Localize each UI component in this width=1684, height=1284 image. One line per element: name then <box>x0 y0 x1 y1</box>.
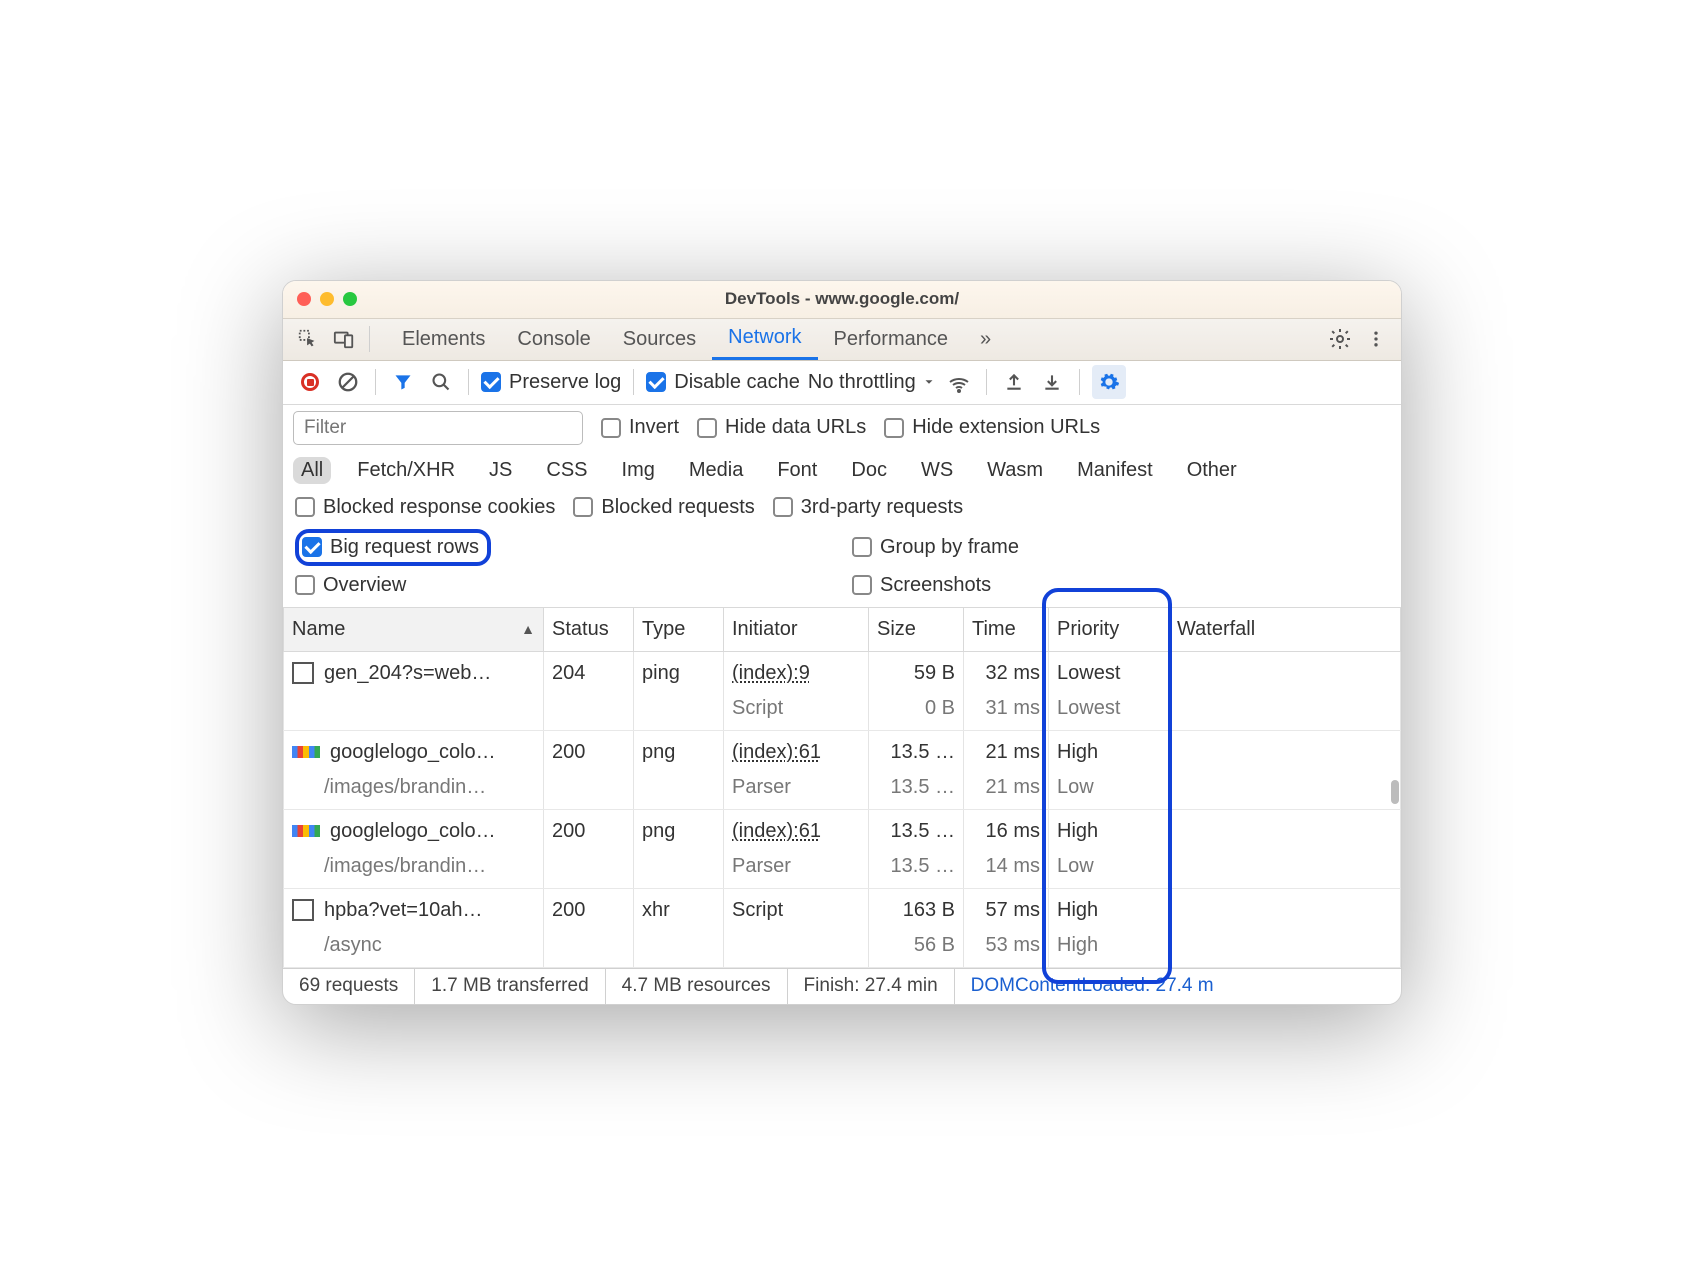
type-filter-css[interactable]: CSS <box>538 457 595 484</box>
network-toolbar: Preserve log Disable cache No throttling <box>283 361 1401 405</box>
search-icon[interactable] <box>426 367 456 397</box>
settings-gear-icon[interactable] <box>1325 324 1355 354</box>
inspect-element-icon[interactable] <box>293 324 323 354</box>
hide-data-urls-checkbox[interactable]: Hide data URLs <box>697 416 866 439</box>
filter-options-row: Blocked response cookies Blocked request… <box>283 490 1401 525</box>
type-filter-js[interactable]: JS <box>481 457 520 484</box>
table-row-sub[interactable]: Script0 B31 msLowest <box>284 691 1401 731</box>
network-table: Name▲StatusTypeInitiatorSizeTimePriority… <box>283 608 1401 968</box>
column-size[interactable]: Size <box>869 608 964 652</box>
scrollbar[interactable] <box>1389 608 1399 968</box>
column-priority[interactable]: Priority <box>1049 608 1169 652</box>
third-party-checkbox[interactable]: 3rd-party requests <box>773 496 963 519</box>
device-toolbar-icon[interactable] <box>329 324 359 354</box>
network-settings-icon[interactable] <box>1092 365 1126 399</box>
status-transferred: 1.7 MB transferred <box>415 969 605 1004</box>
big-request-rows-highlight: Big request rows <box>295 529 491 566</box>
google-logo-icon <box>292 825 320 837</box>
hide-extension-urls-checkbox[interactable]: Hide extension URLs <box>884 416 1100 439</box>
big-request-rows-checkbox[interactable]: Big request rows <box>302 536 479 559</box>
table-row-sub[interactable]: /async56 B53 msHigh <box>284 928 1401 968</box>
type-filter-manifest[interactable]: Manifest <box>1069 457 1161 484</box>
window-close-button[interactable] <box>297 292 311 306</box>
column-status[interactable]: Status <box>544 608 634 652</box>
invert-checkbox[interactable]: Invert <box>601 416 679 439</box>
window-minimize-button[interactable] <box>320 292 334 306</box>
window-title: DevTools - www.google.com/ <box>283 289 1401 309</box>
type-filter-fetchxhr[interactable]: Fetch/XHR <box>349 457 463 484</box>
network-conditions-icon[interactable] <box>944 367 974 397</box>
status-dcl: DOMContentLoaded: 27.4 m <box>955 969 1230 1004</box>
column-name[interactable]: Name▲ <box>284 608 544 652</box>
type-filter-font[interactable]: Font <box>769 457 825 484</box>
screenshots-checkbox[interactable]: Screenshots <box>852 574 1389 597</box>
type-filter-media[interactable]: Media <box>681 457 751 484</box>
status-resources: 4.7 MB resources <box>606 969 788 1004</box>
tab-performance[interactable]: Performance <box>818 319 965 360</box>
upload-har-icon[interactable] <box>999 367 1029 397</box>
type-filter-other[interactable]: Other <box>1179 457 1245 484</box>
column-time[interactable]: Time <box>964 608 1049 652</box>
preserve-log-checkbox[interactable]: Preserve log <box>481 371 621 394</box>
table-row[interactable]: googlelogo_colo…200png(index):6113.5 …21… <box>284 730 1401 770</box>
panel-tabbar: ElementsConsoleSourcesNetworkPerformance… <box>283 319 1401 361</box>
clear-button[interactable] <box>333 367 363 397</box>
titlebar: DevTools - www.google.com/ <box>283 281 1401 319</box>
status-finish: Finish: 27.4 min <box>788 969 955 1004</box>
google-logo-icon <box>292 746 320 758</box>
group-by-frame-checkbox[interactable]: Group by frame <box>852 529 1389 566</box>
window-zoom-button[interactable] <box>343 292 357 306</box>
filter-input[interactable] <box>293 411 583 445</box>
disable-cache-checkbox[interactable]: Disable cache <box>646 371 800 394</box>
request-icon <box>292 662 314 684</box>
chevron-down-icon <box>922 375 936 389</box>
devtools-window: DevTools - www.google.com/ ElementsConso… <box>282 280 1402 1005</box>
column-waterfall[interactable]: Waterfall <box>1169 608 1401 652</box>
type-filter-ws[interactable]: WS <box>913 457 961 484</box>
resource-type-filter: All Fetch/XHR JS CSS Img Media Font Doc WS Wasm Ma… <box>283 451 1401 490</box>
tab-sources[interactable]: Sources <box>607 319 712 360</box>
tabs-overflow-button[interactable]: » <box>970 328 1001 351</box>
filter-row: Invert Hide data URLs Hide extension URL… <box>283 405 1401 451</box>
type-filter-doc[interactable]: Doc <box>843 457 895 484</box>
table-row[interactable]: gen_204?s=web…204ping(index):959 B32 msL… <box>284 651 1401 691</box>
request-icon <box>292 899 314 921</box>
table-row[interactable]: hpba?vet=10ah…200xhrScript163 B57 msHigh <box>284 888 1401 928</box>
status-bar: 69 requests 1.7 MB transferred 4.7 MB re… <box>283 968 1401 1004</box>
type-filter-img[interactable]: Img <box>614 457 663 484</box>
status-requests: 69 requests <box>283 969 415 1004</box>
type-filter-all[interactable]: All <box>293 457 331 484</box>
tab-console[interactable]: Console <box>501 319 606 360</box>
type-filter-wasm[interactable]: Wasm <box>979 457 1051 484</box>
table-row-sub[interactable]: /images/brandin…Parser13.5 …21 msLow <box>284 770 1401 810</box>
display-options-grid: Big request rows Group by frame Overview… <box>283 525 1401 608</box>
tab-network[interactable]: Network <box>712 319 817 360</box>
blocked-requests-checkbox[interactable]: Blocked requests <box>573 496 754 519</box>
blocked-cookies-checkbox[interactable]: Blocked response cookies <box>295 496 555 519</box>
network-table-wrap: Name▲StatusTypeInitiatorSizeTimePriority… <box>283 608 1401 968</box>
filter-icon[interactable] <box>388 367 418 397</box>
column-type[interactable]: Type <box>634 608 724 652</box>
tab-elements[interactable]: Elements <box>386 319 501 360</box>
overview-checkbox[interactable]: Overview <box>295 574 832 597</box>
record-button[interactable] <box>295 367 325 397</box>
table-row-sub[interactable]: /images/brandin…Parser13.5 …14 msLow <box>284 849 1401 889</box>
download-har-icon[interactable] <box>1037 367 1067 397</box>
more-menu-icon[interactable] <box>1361 324 1391 354</box>
throttling-select[interactable]: No throttling <box>808 371 936 394</box>
column-initiator[interactable]: Initiator <box>724 608 869 652</box>
table-row[interactable]: googlelogo_colo…200png(index):6113.5 …16… <box>284 809 1401 849</box>
